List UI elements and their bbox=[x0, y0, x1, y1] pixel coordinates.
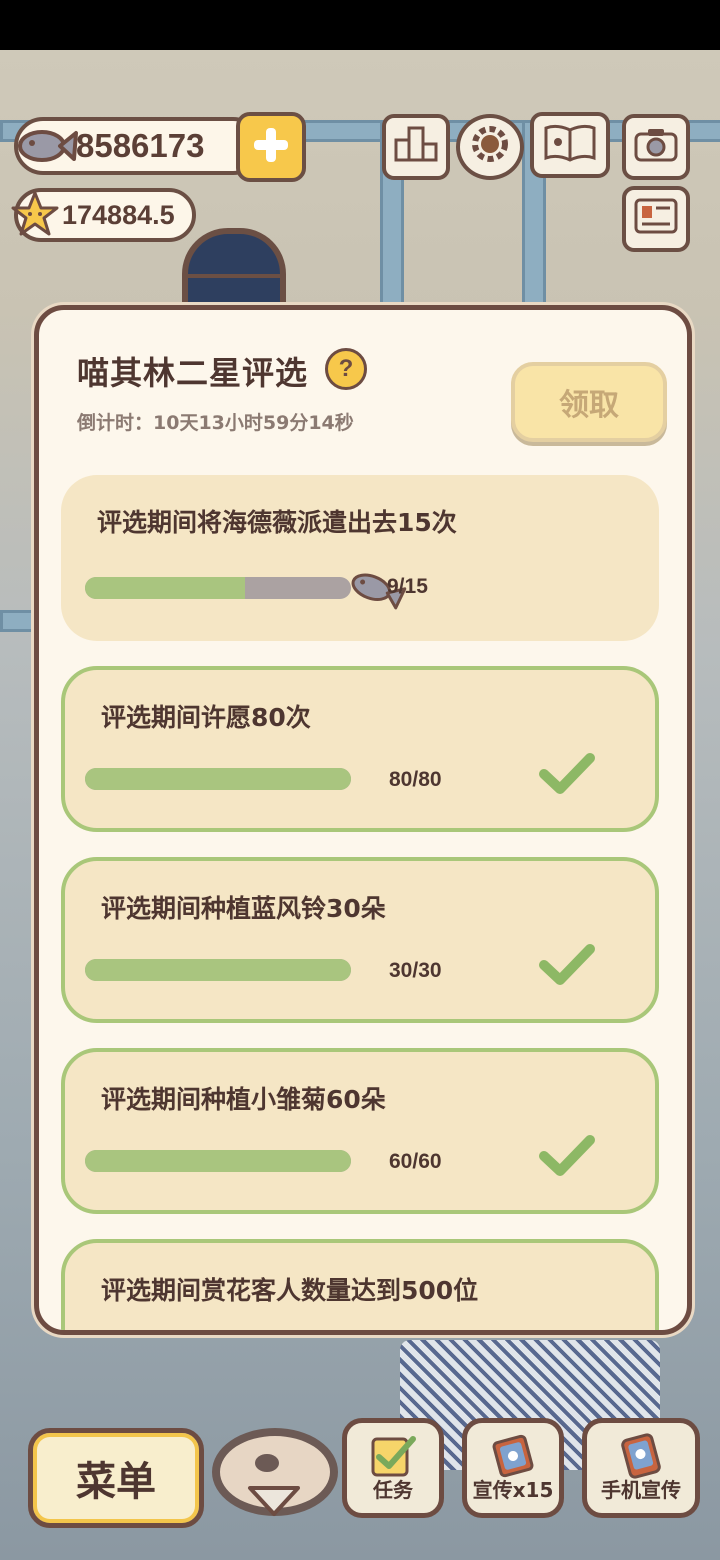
check-icon bbox=[539, 1134, 595, 1182]
gear-icon bbox=[468, 122, 512, 172]
task-name: 评选期间种植蓝风铃30朵 bbox=[101, 894, 386, 923]
task-progress-fill bbox=[85, 1150, 351, 1172]
task-progress-bar bbox=[85, 577, 351, 599]
promote-button[interactable]: 宣传x15 bbox=[462, 1418, 564, 1518]
task-progress-fill bbox=[85, 959, 351, 981]
star-currency-display: 174884.5 bbox=[11, 188, 196, 242]
camera-button[interactable] bbox=[622, 114, 690, 180]
tasks-label: 任务 bbox=[373, 1478, 413, 1502]
task-card: 评选期间许愿80次 80/80 bbox=[61, 666, 659, 832]
task-progress-fill bbox=[85, 768, 351, 790]
task-card: 评选期间种植小雏菊60朵 60/60 bbox=[61, 1048, 659, 1214]
task-progress-bar bbox=[85, 1150, 351, 1172]
fish-icon bbox=[12, 117, 78, 175]
task-progress-text: 30/30 bbox=[389, 959, 442, 982]
task-card: 评选期间将海德薇派遣出去15次 9/15 bbox=[61, 475, 659, 641]
task-progress-text: 80/80 bbox=[389, 768, 442, 791]
ranking-button[interactable] bbox=[382, 114, 450, 180]
check-icon bbox=[539, 752, 595, 800]
task-progress-fill bbox=[85, 577, 245, 599]
check-icon bbox=[539, 943, 595, 991]
claim-button[interactable]: 领取 bbox=[511, 362, 667, 442]
task-progress-bar bbox=[85, 768, 351, 790]
dialog-title: 喵其林二星评选 bbox=[77, 354, 309, 392]
promote-label: 宣传x15 bbox=[472, 1478, 554, 1502]
add-fish-button[interactable] bbox=[236, 112, 306, 182]
book-icon bbox=[543, 122, 597, 168]
profile-card-icon bbox=[634, 197, 678, 241]
phone-promote-label: 手机宣传 bbox=[601, 1478, 681, 1502]
plus-icon bbox=[251, 125, 291, 169]
fish-count: 8586173 bbox=[76, 127, 205, 164]
task-progress-text: 9/15 bbox=[387, 575, 428, 598]
countdown-text: 倒计时：10天13小时59分14秒 bbox=[77, 412, 354, 434]
task-card: 评选期间种植蓝风铃30朵 30/30 bbox=[61, 857, 659, 1023]
task-name: 评选期间许愿80次 bbox=[101, 703, 311, 732]
task-progress-bar bbox=[85, 959, 351, 981]
status-bar bbox=[0, 0, 720, 50]
task-progress-text: 60/60 bbox=[389, 1150, 442, 1173]
help-button[interactable]: ? bbox=[325, 348, 367, 390]
task-card: 评选期间赏花客人数量达到500位 bbox=[61, 1239, 659, 1330]
camera-icon bbox=[634, 126, 678, 168]
chevron-down-icon[interactable] bbox=[246, 1484, 302, 1522]
task-name: 评选期间种植小雏菊60朵 bbox=[101, 1085, 386, 1114]
profile-card-button[interactable] bbox=[622, 186, 690, 252]
task-name: 评选期间赏花客人数量达到500位 bbox=[101, 1276, 479, 1305]
star-count: 174884.5 bbox=[62, 199, 175, 230]
task-name: 评选期间将海德薇派遣出去15次 bbox=[97, 508, 457, 537]
settings-button[interactable] bbox=[456, 114, 524, 180]
fish-currency-display: 8586173 bbox=[14, 117, 262, 175]
ranking-icon bbox=[394, 124, 438, 170]
cat-book-button[interactable] bbox=[530, 112, 610, 178]
menu-button[interactable]: 菜单 bbox=[28, 1428, 204, 1528]
star-icon bbox=[10, 190, 60, 238]
michelin-two-star-dialog: 喵其林二星评选 ? 倒计时：10天13小时59分14秒 领取 评选期间将海德薇派… bbox=[34, 305, 692, 1335]
phone-promote-button[interactable]: 手机宣传 bbox=[582, 1418, 700, 1518]
tasks-button[interactable]: 任务 bbox=[342, 1418, 444, 1518]
